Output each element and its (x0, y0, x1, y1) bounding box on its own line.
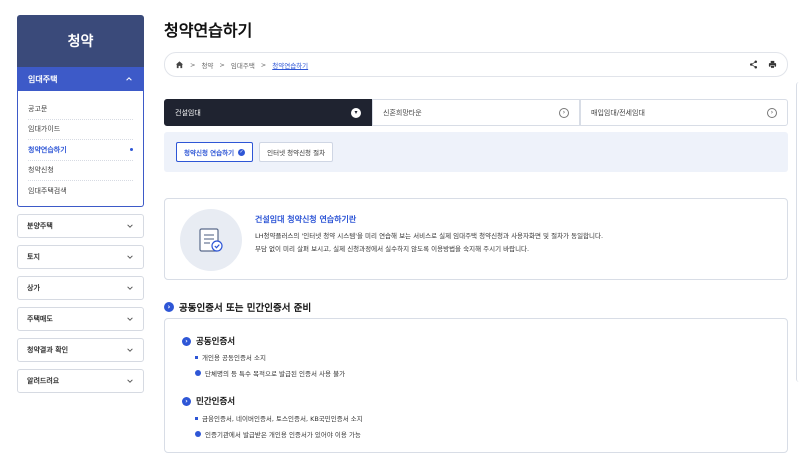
info-icon (195, 431, 201, 437)
chevron-right-circle-icon: › (767, 107, 777, 118)
home-icon[interactable] (175, 60, 184, 69)
subtab-bar: 청약신청 연습하기 ✓ 인터넷 청약신청 절차 (164, 132, 788, 172)
chevron-down-icon (127, 254, 133, 259)
active-dot-icon (130, 148, 133, 152)
chevron-down-icon (127, 378, 133, 383)
sidebar-item-guide[interactable]: 임대가이드 (28, 120, 133, 140)
cert-heading: › 공동인증서 (182, 335, 235, 347)
sidebar-menu-sale[interactable]: 분양주택 (17, 213, 144, 238)
share-icon[interactable] (749, 60, 758, 69)
breadcrumb: > 청약 > 임대주택 > 청약연습하기 (164, 52, 788, 77)
section-title: › 공동인증서 또는 민간인증서 준비 (164, 300, 311, 314)
list-item: 단체명의 등 특수 목적으로 발급된 인증서 사용 불가 (195, 368, 345, 378)
chevron-down-icon (127, 223, 133, 228)
info-icon (195, 370, 201, 376)
document-check-icon (180, 209, 242, 271)
tab-bar: 건설임대 ▾ 신혼희망타운 › 매입임대/전세임대 › (164, 99, 788, 126)
sidebar-item-practice[interactable]: 청약연습하기 (28, 140, 133, 161)
tab-newlywed-town[interactable]: 신혼희망타운 › (372, 99, 580, 126)
sidebar-group-label: 임대주택 (28, 74, 58, 84)
tab-construction-rental[interactable]: 건설임대 ▾ (164, 99, 372, 126)
tab-purchase-rental[interactable]: 매입임대/전세임대 › (580, 99, 788, 126)
sidebar-menu-results[interactable]: 청약결과 확인 (17, 337, 144, 362)
square-bullet-icon (195, 355, 198, 359)
chevron-down-icon (127, 347, 133, 352)
intro-title: 건설임대 청약신청 연습하기란 (255, 215, 357, 224)
chevron-right-circle-icon: › (559, 107, 569, 118)
intro-text-line: LH청약플러스의 '인터넷 청약 시스템'을 미리 연습해 보는 서비스로 실제… (255, 232, 604, 240)
list-item: 인증기관에서 발급받은 개인용 인증서가 있어야 이용 가능 (195, 429, 361, 439)
chevron-right-circle-icon: › (182, 336, 191, 346)
intro-box: 건설임대 청약신청 연습하기란 LH청약플러스의 '인터넷 청약 시스템'을 미… (164, 198, 788, 280)
breadcrumb-current[interactable]: 청약연습하기 (272, 60, 308, 70)
sidebar-group-header[interactable]: 임대주택 (18, 67, 143, 91)
chevron-down-icon (127, 285, 133, 290)
subtab-practice[interactable]: 청약신청 연습하기 ✓ (176, 142, 254, 162)
list-item: 금융인증서, 네이버인증서, 토스인증서, KB국민인증서 소지 (195, 413, 363, 423)
check-icon: ✓ (238, 148, 246, 156)
section-bullet-icon: › (164, 302, 174, 312)
cert-heading: › 민간인증서 (182, 395, 235, 407)
sidebar-menu-commercial[interactable]: 상가 (17, 275, 144, 300)
breadcrumb-item[interactable]: 청약 (201, 60, 213, 70)
chevron-right-circle-icon: › (182, 396, 191, 406)
sidebar-item-notice[interactable]: 공고문 (28, 99, 133, 120)
chevron-down-circle-icon: ▾ (351, 107, 361, 118)
print-icon[interactable] (768, 60, 777, 69)
sidebar-menu-notices[interactable]: 알려드려요 (17, 368, 144, 393)
page-title: 청약연습하기 (164, 21, 253, 40)
intro-text-line: 부담 없이 미리 살펴 보시고, 실제 신청과정에서 실수하지 않도록 이용방법… (255, 245, 530, 253)
chevron-down-icon (127, 316, 133, 321)
sidebar: 청약 임대주택 공고문 임대가이드 청약연습하기 청약신청 임대주택검색 분양주… (17, 15, 144, 393)
certificate-box: › 공동인증서 개인용 공동인증서 소지 단체명의 등 특수 목적으로 발급된 … (164, 318, 788, 453)
sidebar-menu-land[interactable]: 토지 (17, 244, 144, 269)
chevron-up-icon (126, 77, 132, 81)
list-item: 개인용 공동인증서 소지 (195, 352, 266, 362)
sidebar-title: 청약 (17, 15, 144, 67)
sidebar-item-apply[interactable]: 청약신청 (28, 161, 133, 181)
sidebar-item-search[interactable]: 임대주택검색 (28, 181, 133, 202)
subtab-procedure[interactable]: 인터넷 청약신청 절차 (259, 142, 334, 162)
square-bullet-icon (195, 416, 198, 420)
breadcrumb-item[interactable]: 임대주택 (231, 60, 255, 70)
sidebar-group-rental: 임대주택 공고문 임대가이드 청약연습하기 청약신청 임대주택검색 (17, 67, 144, 207)
sidebar-menu-housing-sale[interactable]: 주택매도 (17, 306, 144, 331)
side-panel-edge (796, 82, 800, 382)
